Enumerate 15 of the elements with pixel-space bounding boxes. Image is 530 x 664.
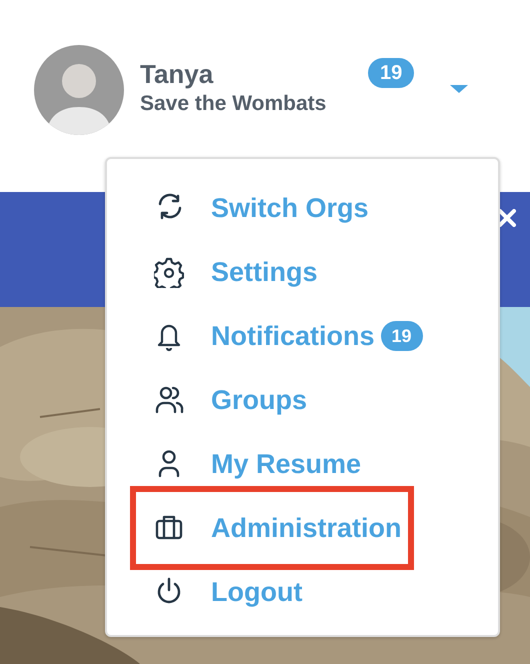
user-name: Tanya [140,58,214,90]
people-icon [154,384,184,416]
menu-item[interactable]: Administration [140,496,404,560]
menu-item[interactable]: Logout [140,560,304,624]
notification-badge: 19 [380,321,423,351]
menu-item[interactable]: Settings [140,240,320,304]
organization-name: Save the Wombats [140,91,326,117]
menu-item[interactable]: Notifications 19 [140,304,425,368]
menu-item[interactable]: Groups [140,368,310,432]
settings-icon [154,256,184,288]
menu-item[interactable]: My Resume [140,432,364,496]
close-icon[interactable] [498,209,516,227]
menu-item[interactable]: Switch Orgs [140,176,371,240]
notification-badge: 19 [368,58,414,88]
caret-icon[interactable] [450,85,468,93]
